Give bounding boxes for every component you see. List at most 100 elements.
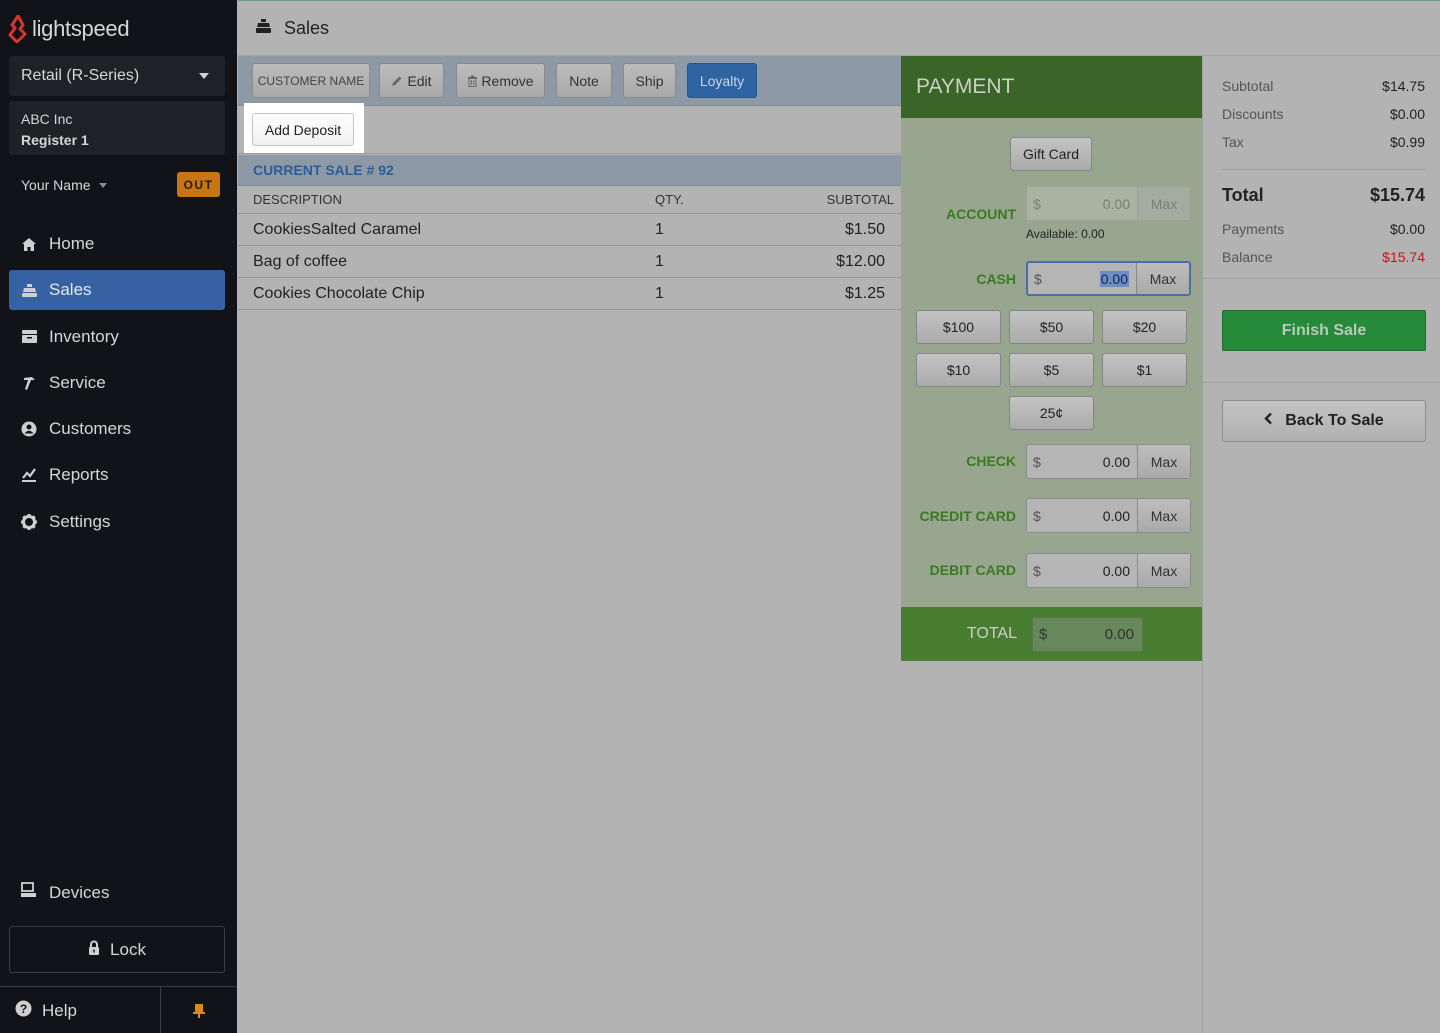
currency-symbol: $ bbox=[1033, 195, 1041, 212]
edit-button[interactable]: Edit bbox=[379, 63, 444, 98]
cash-register-icon bbox=[20, 281, 38, 299]
pin-sidebar-button[interactable] bbox=[160, 987, 237, 1033]
table-header: DESCRIPTION QTY. SUBTOTAL bbox=[238, 186, 901, 214]
quick-cash-button[interactable]: $10 bbox=[916, 353, 1001, 387]
table-row[interactable]: Cookies Chocolate Chip 1 $1.25 bbox=[238, 278, 901, 310]
remove-button[interactable]: Remove bbox=[456, 63, 545, 98]
sidebar-item-sales[interactable]: Sales bbox=[9, 270, 225, 311]
table-row[interactable]: CookiesSalted Caramel 1 $1.50 bbox=[238, 214, 901, 246]
trash-icon bbox=[468, 75, 478, 87]
cash-input[interactable]: 0.00 bbox=[1048, 263, 1136, 294]
quick-cash-button[interactable]: 25¢ bbox=[1009, 396, 1094, 430]
sale-items-table: DESCRIPTION QTY. SUBTOTAL CookiesSalted … bbox=[238, 186, 901, 310]
payment-panel: PAYMENT Gift Card ACCOUNT $ 0.00 Max Ava… bbox=[901, 56, 1202, 661]
balance-value: $15.74 bbox=[1382, 249, 1425, 265]
finish-sale-button[interactable]: Finish Sale bbox=[1222, 310, 1426, 351]
item-description: Cookies Chocolate Chip bbox=[253, 284, 425, 302]
page-title: Sales bbox=[284, 17, 330, 38]
sidebar-item-label: Sales bbox=[49, 280, 92, 300]
sidebar-item-service[interactable]: Service bbox=[9, 363, 225, 403]
loyalty-button[interactable]: Loyalty bbox=[687, 63, 757, 98]
sidebar-item-label: Settings bbox=[49, 511, 111, 531]
devices-label: Devices bbox=[49, 882, 110, 902]
home-icon bbox=[20, 235, 38, 253]
sidebar-item-home[interactable]: Home bbox=[9, 224, 225, 264]
cash-max-button[interactable]: Max bbox=[1136, 263, 1189, 294]
back-to-sale-button[interactable]: Back To Sale bbox=[1222, 400, 1426, 442]
summary-discounts: Discounts $0.00 bbox=[1222, 106, 1425, 122]
sidebar-item-customers[interactable]: Customers bbox=[9, 409, 225, 449]
sidebar-item-label: Customers bbox=[49, 419, 132, 439]
check-field[interactable]: $ 0.00 Max bbox=[1026, 444, 1191, 479]
account-label: ACCOUNT bbox=[946, 206, 1016, 222]
item-qty: 1 bbox=[655, 252, 664, 270]
currency-symbol: $ bbox=[1039, 626, 1048, 643]
check-input[interactable]: 0.00 bbox=[1047, 445, 1137, 478]
register-name: Register 1 bbox=[21, 132, 89, 148]
item-description: CookiesSalted Caramel bbox=[253, 220, 422, 238]
quick-cash-button[interactable]: $100 bbox=[916, 310, 1001, 344]
account-available: Available: 0.00 bbox=[1026, 227, 1105, 241]
sidebar-item-reports[interactable]: Reports bbox=[9, 455, 225, 495]
debit-card-input[interactable]: 0.00 bbox=[1047, 554, 1137, 587]
help-circle-icon: ? bbox=[15, 1000, 32, 1022]
help-button[interactable]: ? Help bbox=[15, 987, 77, 1033]
note-button[interactable]: Note bbox=[556, 63, 612, 98]
cash-label: CASH bbox=[976, 271, 1016, 287]
lock-label: Lock bbox=[110, 939, 146, 959]
quick-cash-button[interactable]: $5 bbox=[1009, 353, 1094, 387]
add-deposit-button[interactable]: Add Deposit bbox=[252, 113, 354, 146]
chevron-left-icon bbox=[1264, 412, 1273, 430]
summary-value: $15.74 bbox=[1369, 185, 1425, 205]
lock-button[interactable]: Lock bbox=[9, 926, 225, 973]
currency-symbol: $ bbox=[1033, 562, 1041, 579]
credit-card-input[interactable]: 0.00 bbox=[1047, 499, 1137, 532]
help-label: Help bbox=[42, 1000, 77, 1020]
account-input[interactable]: 0.00 bbox=[1047, 187, 1137, 220]
sidebar-item-label: Reports bbox=[49, 465, 109, 485]
caret-down-icon bbox=[98, 182, 107, 188]
clock-status-badge[interactable]: OUT bbox=[177, 172, 220, 197]
gear-icon bbox=[20, 513, 38, 531]
hammer-icon bbox=[20, 374, 38, 392]
gift-card-button[interactable]: Gift Card bbox=[1010, 137, 1092, 171]
summary-value: $0.99 bbox=[1389, 134, 1425, 150]
user-circle-icon bbox=[20, 420, 38, 438]
account-max-button[interactable]: Max bbox=[1137, 187, 1190, 220]
summary-divider bbox=[1203, 382, 1440, 383]
cash-register-icon bbox=[255, 18, 272, 39]
check-max-button[interactable]: Max bbox=[1137, 445, 1190, 478]
quick-cash-button[interactable]: $20 bbox=[1102, 310, 1187, 344]
register-info[interactable]: ABC Inc Register 1 bbox=[9, 101, 225, 155]
sidebar-item-settings[interactable]: Settings bbox=[9, 502, 225, 542]
cash-input-value: 0.00 bbox=[1099, 270, 1129, 287]
sidebar-item-inventory[interactable]: Inventory bbox=[9, 317, 225, 357]
summary-divider bbox=[1222, 169, 1425, 170]
credit-card-max-button[interactable]: Max bbox=[1137, 499, 1190, 532]
ship-button[interactable]: Ship bbox=[623, 63, 676, 98]
summary-subtotal: Subtotal $14.75 bbox=[1222, 78, 1425, 94]
page-header: Sales bbox=[238, 0, 1440, 56]
sidebar-item-devices[interactable]: Devices bbox=[20, 882, 109, 903]
credit-card-field[interactable]: $ 0.00 Max bbox=[1026, 498, 1191, 533]
debit-card-field[interactable]: $ 0.00 Max bbox=[1026, 553, 1191, 588]
lightspeed-logo[interactable]: lightspeed bbox=[8, 14, 130, 44]
account-field[interactable]: $ 0.00 Max bbox=[1026, 186, 1191, 221]
quick-cash-button[interactable]: $50 bbox=[1009, 310, 1094, 344]
svg-text:?: ? bbox=[20, 1002, 27, 1016]
summary-value: $14.75 bbox=[1382, 78, 1425, 94]
sidebar-item-label: Inventory bbox=[49, 326, 119, 346]
store-select[interactable]: Retail (R-Series) bbox=[9, 56, 225, 96]
edit-label: Edit bbox=[407, 72, 432, 89]
column-subtotal: SUBTOTAL bbox=[826, 192, 894, 207]
debit-card-max-button[interactable]: Max bbox=[1137, 554, 1190, 587]
customer-name-button[interactable]: CUSTOMER NAME bbox=[252, 63, 370, 98]
cash-field[interactable]: $ 0.00 Max bbox=[1026, 261, 1191, 296]
quick-cash-button[interactable]: $1 bbox=[1102, 353, 1187, 387]
table-row[interactable]: Bag of coffee 1 $12.00 bbox=[238, 246, 901, 278]
chart-line-icon bbox=[20, 466, 38, 484]
brand-name: lightspeed bbox=[32, 16, 130, 41]
summary-label: Tax bbox=[1222, 134, 1244, 150]
credit-card-label: CREDIT CARD bbox=[919, 508, 1016, 524]
column-description: DESCRIPTION bbox=[253, 192, 342, 207]
